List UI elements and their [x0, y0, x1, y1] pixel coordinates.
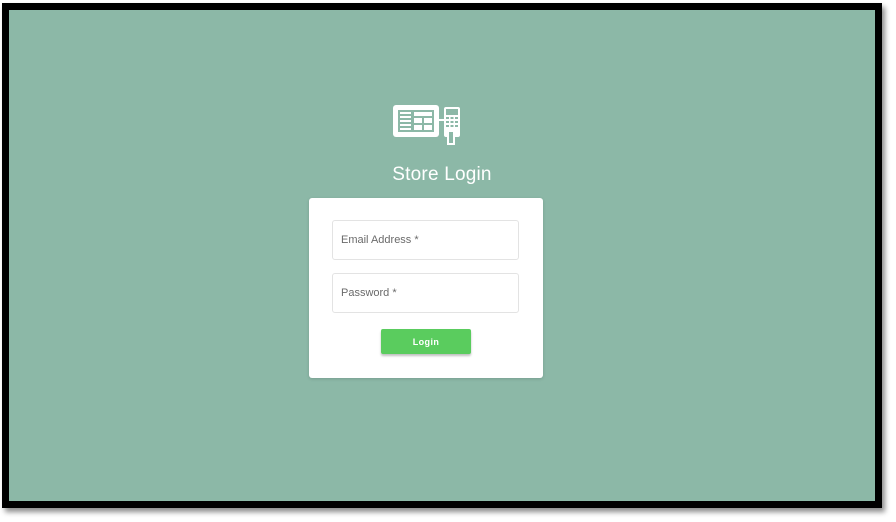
email-field[interactable] — [332, 220, 519, 260]
pos-terminal-icon — [393, 105, 460, 145]
page-title: Store Login — [392, 164, 492, 185]
email-input[interactable] — [333, 221, 518, 259]
login-button[interactable]: Login — [381, 329, 471, 354]
login-card: Login — [309, 198, 543, 378]
password-field[interactable] — [332, 273, 519, 313]
password-input[interactable] — [333, 274, 518, 312]
app-window: Store Login Login — [2, 3, 882, 508]
